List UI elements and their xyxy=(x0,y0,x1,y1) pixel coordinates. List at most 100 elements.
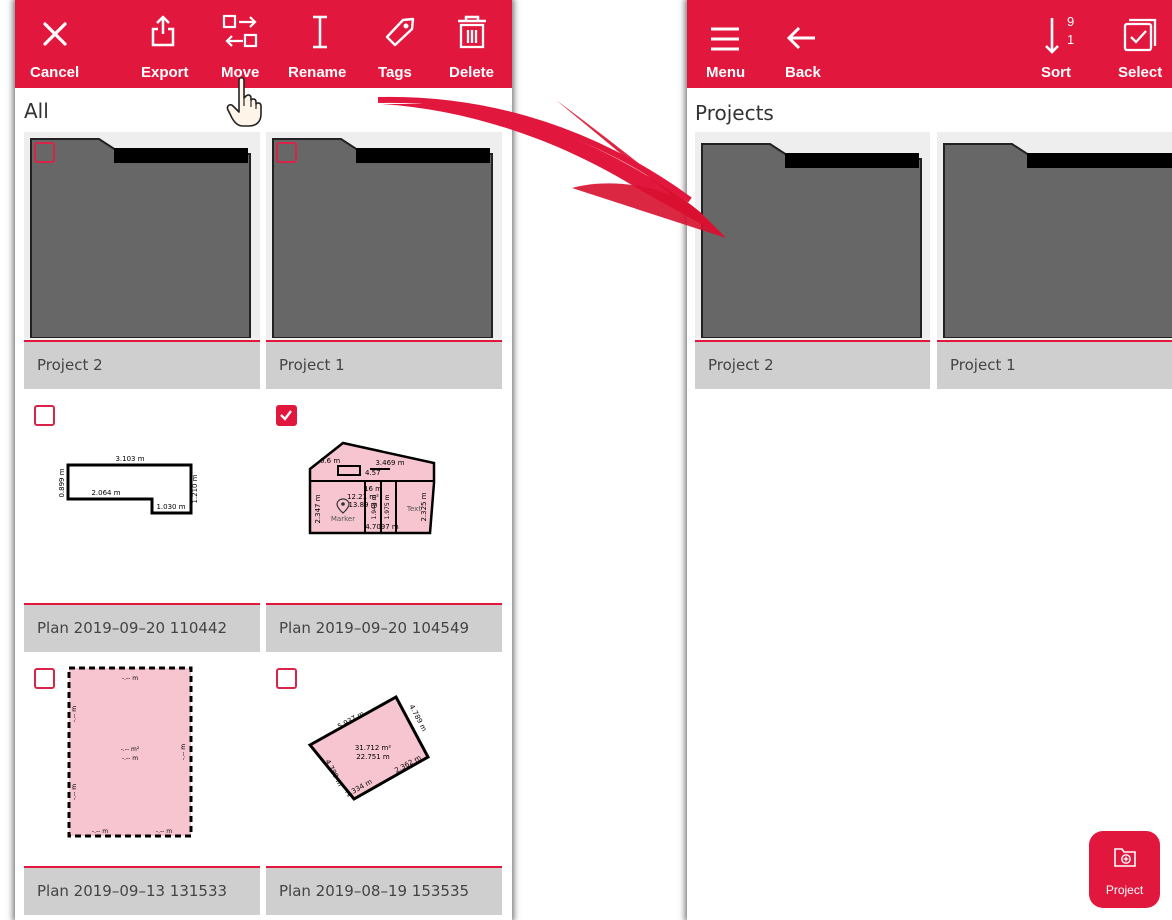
select-checkbox[interactable] xyxy=(34,668,55,689)
marker-label: Marker xyxy=(331,515,355,523)
plan-thumbnail: 3.103 m 2.064 m 1.030 m 0.899 m 1.210 m xyxy=(24,395,260,603)
folder-icon xyxy=(943,143,1172,339)
select-button[interactable]: Select xyxy=(1109,0,1172,88)
grid-item-plan-110442[interactable]: 3.103 m 2.064 m 1.030 m 0.899 m 1.210 m … xyxy=(24,395,260,652)
dim-label: 0.899 m xyxy=(58,468,66,497)
grid-item-plan-104549[interactable]: 3.469 m 4.57 0.6 m 16 m 12.21 m² 13.89 m… xyxy=(266,395,502,652)
item-caption: Plan 2019–09–20 110442 xyxy=(24,603,260,652)
select-checkbox[interactable] xyxy=(276,668,297,689)
back-button[interactable]: Back xyxy=(771,0,831,88)
hand-pointer-icon xyxy=(226,76,262,127)
dim-label: 2.064 m xyxy=(91,489,120,497)
item-caption: Project 1 xyxy=(266,340,502,389)
menu-button[interactable]: Menu xyxy=(687,0,757,88)
folder-thumbnail xyxy=(695,132,930,339)
select-checkbox-checked[interactable] xyxy=(276,405,297,426)
dim-label: -.-- m xyxy=(122,675,138,682)
main-toolbar: Menu Back 9 1 Sort Select xyxy=(687,0,1172,88)
grid-item-project-2[interactable]: Project 2 xyxy=(695,132,930,389)
item-caption: Project 2 xyxy=(24,340,260,389)
section-title-projects: Projects xyxy=(695,101,774,125)
plan-thumbnail: 5.937 m 4.789 m 31.712 m² 22.751 m 4.789… xyxy=(266,658,502,866)
folder-thumbnail xyxy=(266,132,502,339)
dim-label: 31.712 m² xyxy=(355,744,392,752)
left-screen-file-browser: Cancel Export Move Rename Tags Delete Al… xyxy=(15,0,512,920)
sort-top-digit: 9 xyxy=(1067,14,1075,29)
folder-icon xyxy=(701,143,922,339)
plan-thumbnail: -.-- m -.-- m² -.-- m -.-- m -.-- m -.--… xyxy=(24,658,260,866)
dim-label: 1.975 m xyxy=(384,494,391,519)
folder-thumbnail xyxy=(937,132,1172,339)
dim-label: 22.751 m xyxy=(356,753,390,761)
dim-label: -.-- m xyxy=(122,755,138,762)
right-screen-projects: Menu Back 9 1 Sort Select Projects Proje… xyxy=(687,0,1172,920)
dim-label: -.-- m² xyxy=(121,746,140,753)
item-caption: Project 2 xyxy=(695,340,930,389)
menu-label: Menu xyxy=(706,64,746,81)
dim-label: 1.210 m xyxy=(191,474,199,503)
dim-label: 4.57 xyxy=(365,469,381,477)
hamburger-menu-icon xyxy=(711,27,739,51)
dim-label: -.-- m xyxy=(71,706,78,722)
dim-label: 16 m xyxy=(364,485,382,493)
plan-thumbnail: 3.469 m 4.57 0.6 m 16 m 12.21 m² 13.89 m… xyxy=(266,395,502,603)
select-checkbox[interactable] xyxy=(34,405,55,426)
tags-button[interactable]: Tags xyxy=(370,0,430,88)
select-checkbox[interactable] xyxy=(276,142,297,163)
grid-item-plan-131533[interactable]: -.-- m -.-- m² -.-- m -.-- m -.-- m -.--… xyxy=(24,658,260,915)
folder-icon xyxy=(30,138,251,339)
dim-label: 1.948 m xyxy=(371,494,378,519)
cancel-button[interactable]: Cancel xyxy=(15,0,95,88)
delete-button[interactable]: Delete xyxy=(445,0,512,88)
export-label: Export xyxy=(141,64,189,81)
dim-label: 3.469 m xyxy=(375,459,404,467)
arrow-left-icon xyxy=(786,26,815,50)
dim-label: 3.103 m xyxy=(115,455,144,463)
folder-add-icon xyxy=(1114,848,1136,867)
floor-plan-drawing: 3.103 m 2.064 m 1.030 m 0.899 m 1.210 m xyxy=(58,455,199,515)
move-button[interactable]: Move xyxy=(213,0,273,88)
cancel-label: Cancel xyxy=(30,64,80,81)
fab-label: Project xyxy=(1105,883,1144,897)
dim-label: -.-- m xyxy=(180,744,187,760)
floor-plan-drawing: 3.469 m 4.57 0.6 m 16 m 12.21 m² 13.89 m… xyxy=(308,441,436,535)
dim-label: 2.325 m xyxy=(420,492,428,521)
grid-item-project-1[interactable]: Project 1 xyxy=(937,132,1172,389)
tags-label: Tags xyxy=(378,64,412,81)
rename-label: Rename xyxy=(288,64,347,81)
add-project-button[interactable]: Project xyxy=(1089,831,1160,908)
dim-label: 2.347 m xyxy=(314,494,322,523)
text-cursor-icon xyxy=(313,15,327,49)
dim-label: -.-- m xyxy=(71,784,78,800)
trash-icon xyxy=(458,15,486,49)
sort-button[interactable]: 9 1 Sort xyxy=(1029,0,1089,88)
floor-plan-drawing: -.-- m -.-- m² -.-- m -.-- m -.-- m -.--… xyxy=(67,666,193,838)
rename-button[interactable]: Rename xyxy=(283,0,353,88)
item-caption: Plan 2019–09–20 104549 xyxy=(266,603,502,652)
select-label: Select xyxy=(1118,64,1163,81)
sort-label: Sort xyxy=(1041,64,1071,81)
section-title-all: All xyxy=(24,99,49,123)
grid-item-project-2[interactable]: Project 2 xyxy=(24,132,260,389)
dim-label: -.-- m xyxy=(156,828,172,835)
checkmark-icon xyxy=(280,410,292,421)
export-button[interactable]: Export xyxy=(125,0,195,88)
grid-item-plan-153535[interactable]: 5.937 m 4.789 m 31.712 m² 22.751 m 4.789… xyxy=(266,658,502,915)
floor-plan-drawing: 5.937 m 4.789 m 31.712 m² 22.751 m 4.789… xyxy=(307,694,431,801)
share-icon xyxy=(151,15,175,47)
dim-label: -.-- m xyxy=(92,828,108,835)
delete-label: Delete xyxy=(449,64,495,81)
dim-label: 4.7097 m xyxy=(365,523,399,531)
folder-icon xyxy=(272,138,493,339)
selection-toolbar: Cancel Export Move Rename Tags Delete xyxy=(15,0,512,88)
sort-bottom-digit: 1 xyxy=(1067,32,1075,47)
select-checkbox[interactable] xyxy=(34,142,55,163)
back-label: Back xyxy=(785,64,821,81)
grid-item-project-1[interactable]: Project 1 xyxy=(266,132,502,389)
text-annotation: Text xyxy=(406,505,421,513)
move-icon xyxy=(222,14,258,48)
select-all-icon xyxy=(1123,18,1157,52)
item-caption: Plan 2019–08–19 153535 xyxy=(266,866,502,915)
item-caption: Project 1 xyxy=(937,340,1172,389)
dim-label: 1.030 m xyxy=(156,503,185,511)
